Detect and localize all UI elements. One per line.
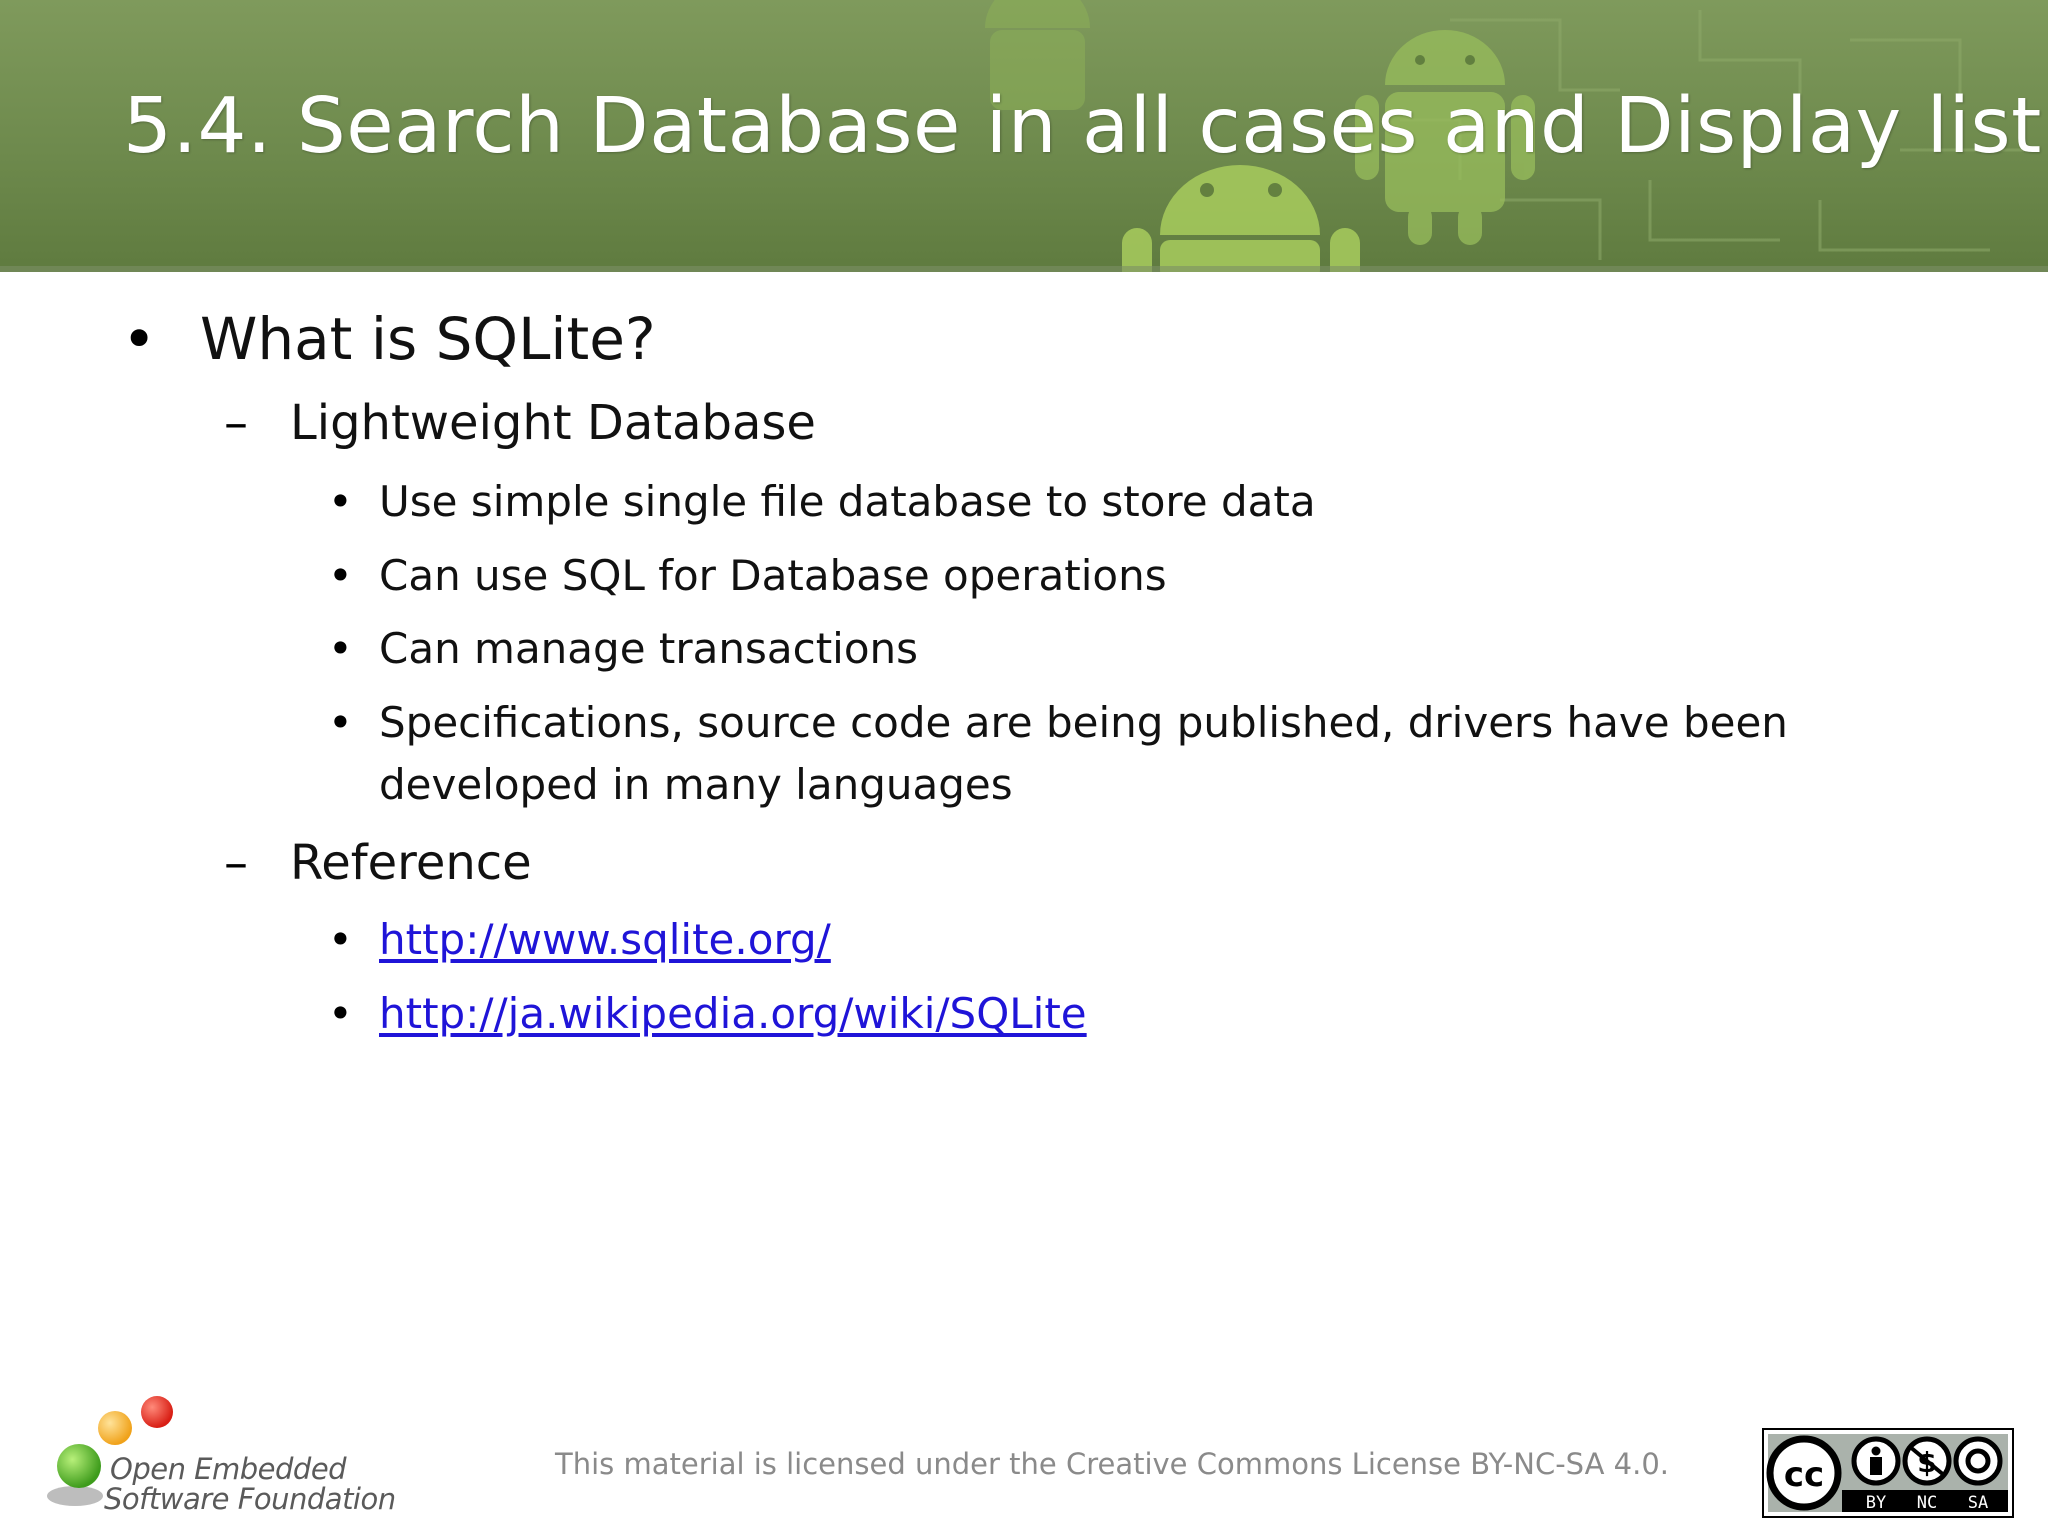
cc-license-badge: cc $ BY NC SA: [1762, 1428, 2014, 1518]
list-item-continuation: developed in many languages: [379, 760, 1013, 809]
link-wikipedia-sqlite[interactable]: http://ja.wikipedia.org/wiki/SQLite: [379, 989, 1087, 1038]
logo-line-2: Software Foundation: [104, 1482, 396, 1516]
cc-by-nc-sa-icon: cc $ BY NC SA: [1762, 1428, 2014, 1518]
license-notice: This material is licensed under the Crea…: [555, 1447, 1670, 1481]
slide-title: 5.4. Search Database in all cases and Di…: [123, 82, 2042, 171]
bullet-dot: •: [328, 624, 353, 673]
cc-by-label: BY: [1866, 1493, 1886, 1513]
bullet-dot: •: [328, 477, 353, 526]
bullet-dot: •: [328, 698, 353, 747]
list-item: Can manage transactions: [379, 624, 919, 673]
cc-text: cc: [1784, 1455, 1824, 1495]
slide-header: 5.4. Search Database in all cases and Di…: [0, 0, 2048, 272]
heading-what-is-sqlite: What is SQLite?: [200, 305, 656, 373]
list-item: Specifications, source code are being pu…: [379, 698, 1788, 747]
link-sqlite-org[interactable]: http://www.sqlite.org/: [379, 915, 831, 964]
list-item: Use simple single file database to store…: [379, 477, 1316, 526]
bullet-dash: –: [224, 395, 248, 451]
list-item: Can use SQL for Database operations: [379, 551, 1167, 600]
bullet-dash: –: [224, 835, 248, 891]
bullet-dot: •: [328, 551, 353, 600]
bullet-dot: •: [328, 989, 353, 1038]
section-reference: Reference: [290, 835, 532, 891]
cc-nc-label: NC: [1917, 1493, 1937, 1513]
logo-line-1: Open Embedded: [110, 1452, 347, 1486]
oesf-logo: Open Embedded Software Foundation: [35, 1390, 396, 1520]
cc-sa-label: SA: [1968, 1493, 1988, 1513]
section-lightweight-database: Lightweight Database: [290, 395, 816, 451]
bullet-dot: •: [122, 305, 157, 373]
bullet-dot: •: [328, 915, 353, 964]
